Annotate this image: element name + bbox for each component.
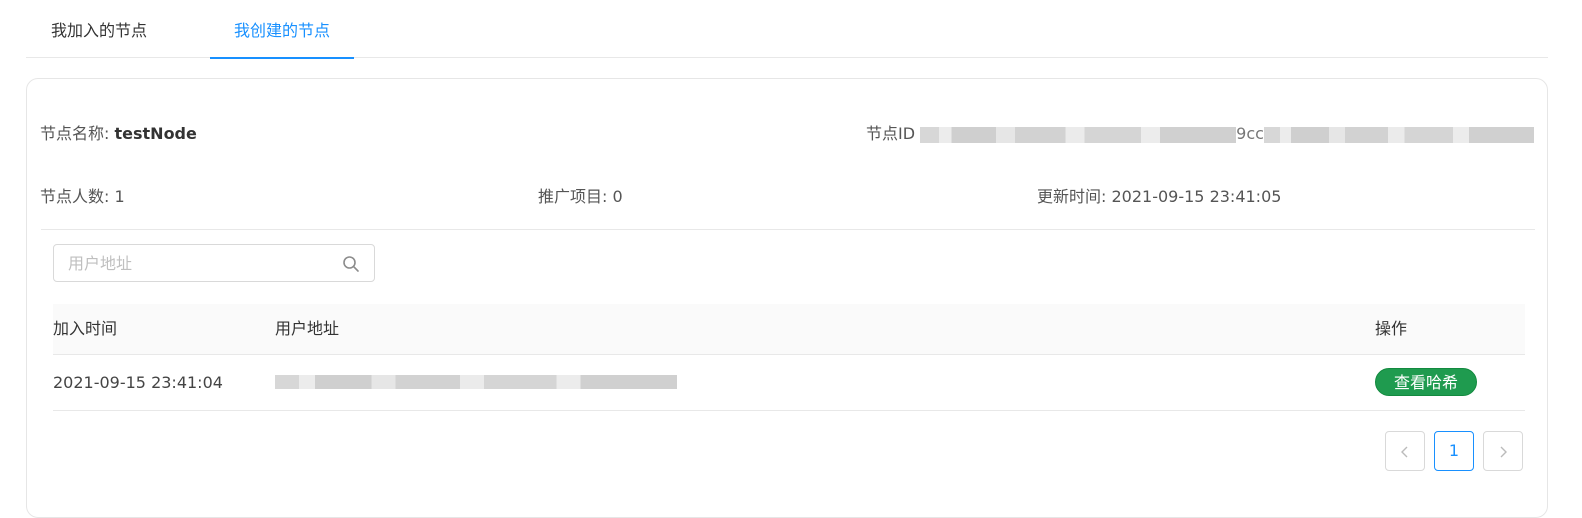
prev-page-button[interactable] xyxy=(1385,431,1425,471)
node-id-fragment: 9cc xyxy=(1236,124,1264,143)
members-table: 加入时间 用户地址 操作 2021-09-15 23:41:04 查看哈希 xyxy=(53,304,1525,411)
node-id-redacted xyxy=(920,126,1237,143)
tab-joined-nodes[interactable]: 我加入的节点 xyxy=(26,0,172,58)
node-name-field: 节点名称: testNode xyxy=(40,120,197,144)
node-tabs: 我加入的节点 我创建的节点 xyxy=(26,0,1548,59)
view-hash-button[interactable]: 查看哈希 xyxy=(1375,368,1477,396)
node-id-label: 节点ID xyxy=(866,124,916,143)
node-detail-card: 节点名称: testNode 节点ID 9cc 节点人数: 1 推广项目: 0 … xyxy=(26,78,1548,518)
node-name-label: 节点名称: xyxy=(40,124,110,143)
search-icon[interactable] xyxy=(342,255,360,273)
node-updated-value: 2021-09-15 23:41:05 xyxy=(1111,187,1282,206)
node-projects-value: 0 xyxy=(612,187,623,206)
address-search-input[interactable] xyxy=(54,245,362,281)
node-updated-field: 更新时间: 2021-09-15 23:41:05 xyxy=(1037,183,1281,207)
node-name-value: testNode xyxy=(114,124,197,143)
tab-created-nodes[interactable]: 我创建的节点 xyxy=(210,0,354,59)
column-header-user-address: 用户地址 xyxy=(275,319,340,338)
node-projects-field: 推广项目: 0 xyxy=(538,183,623,207)
join-time-cell: 2021-09-15 23:41:04 xyxy=(53,373,223,392)
node-id-redacted-tail xyxy=(1263,126,1534,143)
column-header-action: 操作 xyxy=(1375,319,1408,338)
node-updated-label: 更新时间: xyxy=(1037,187,1107,206)
next-page-button[interactable] xyxy=(1483,431,1523,471)
table-row: 2021-09-15 23:41:04 查看哈希 xyxy=(53,355,1525,411)
column-header-join-time: 加入时间 xyxy=(53,319,118,338)
page-number-button[interactable]: 1 xyxy=(1434,431,1474,471)
chevron-right-icon xyxy=(1500,446,1507,457)
node-members-field: 节点人数: 1 xyxy=(40,183,125,207)
user-address-redacted xyxy=(275,375,677,389)
chevron-left-icon xyxy=(1401,446,1408,457)
address-search-box xyxy=(53,244,375,282)
divider xyxy=(41,229,1535,230)
node-members-value: 1 xyxy=(114,187,125,206)
node-projects-label: 推广项目: xyxy=(538,187,608,206)
node-members-label: 节点人数: xyxy=(40,187,110,206)
table-header: 加入时间 用户地址 操作 xyxy=(53,304,1525,355)
node-id-field: 节点ID 9cc xyxy=(866,120,1534,144)
